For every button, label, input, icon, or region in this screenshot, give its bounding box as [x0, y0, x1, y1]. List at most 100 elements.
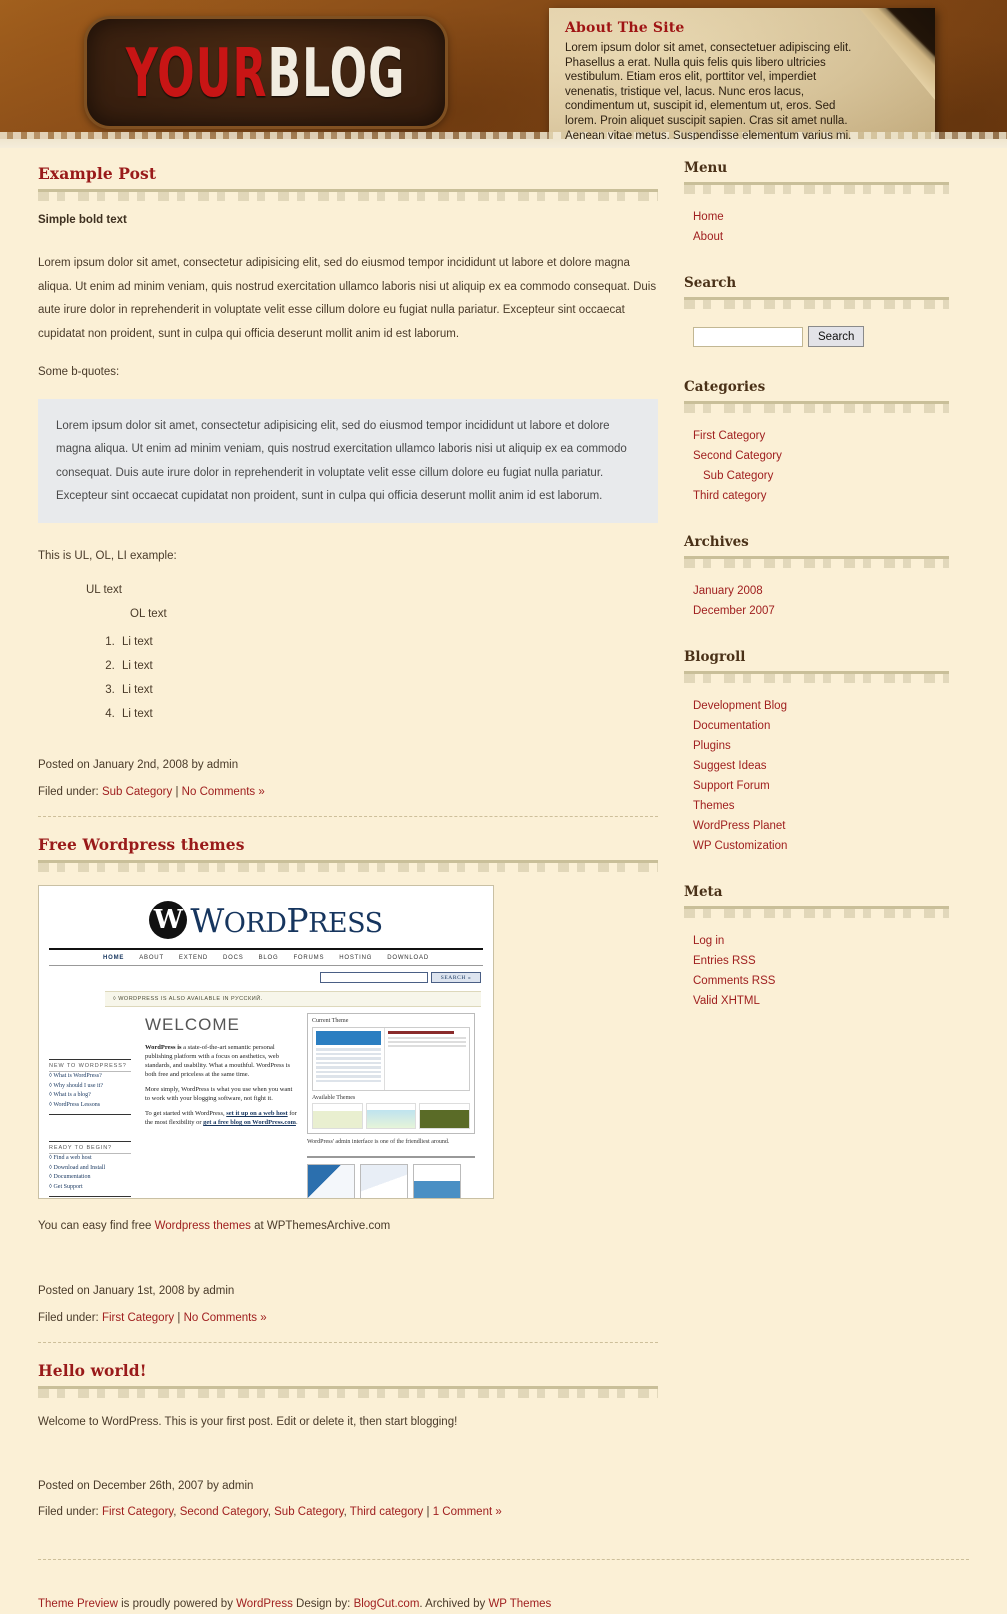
list-item: Suggest Ideas: [693, 760, 949, 772]
theme-preview-link[interactable]: Theme Preview: [38, 1598, 118, 1610]
blogcut-link[interactable]: BlogCut.com: [354, 1598, 420, 1610]
post-bold-lead: Simple bold text: [38, 214, 127, 226]
sidebar-item-wp-customization[interactable]: WP Customization: [693, 840, 787, 852]
list-item: WP Customization: [693, 840, 949, 852]
wp-link: ◊ Find a web host: [49, 1155, 92, 1161]
ordered-list: Li text Li text Li text Li text: [100, 630, 658, 726]
sidebar-divider: [684, 182, 949, 194]
separator: |: [177, 1311, 181, 1324]
logo-your: YOUR: [126, 33, 268, 112]
sidebar-item-plugins[interactable]: Plugins: [693, 740, 731, 752]
site-logo[interactable]: YOURBLOG: [84, 16, 448, 129]
category-link[interactable]: Third category: [350, 1506, 424, 1518]
wordpress-link[interactable]: WordPress: [236, 1598, 293, 1610]
wp-theme-box: [312, 1027, 470, 1091]
list-item: Li text: [118, 654, 658, 678]
comments-link[interactable]: No Comments »: [184, 1312, 267, 1324]
logo-text: YOURBLOG: [126, 39, 406, 106]
about-title: About The Site: [565, 20, 685, 36]
search-button[interactable]: Search: [808, 326, 865, 347]
category-link[interactable]: Second Category: [180, 1506, 268, 1518]
site-footer: Theme Preview is proudly powered by Word…: [0, 1558, 1007, 1614]
wp-themes-link[interactable]: WP Themes: [488, 1598, 551, 1610]
sidebar-divider: [684, 906, 949, 918]
wp-nav: HOME ABOUT EXTEND DOCS BLOG FORUMS HOSTI…: [49, 950, 483, 966]
ol-item: OL text: [130, 608, 167, 620]
sidebar-item-suggest-ideas[interactable]: Suggest Ideas: [693, 760, 767, 772]
wp-paragraph: More simply, WordPress is what you use w…: [145, 1086, 293, 1102]
sidebar-item-second-category[interactable]: Second Category: [693, 450, 782, 462]
sidebar-item-december-2007[interactable]: December 2007: [693, 605, 775, 617]
sidebar-item-third-category[interactable]: Third category: [693, 490, 767, 502]
list-example: UL text OL text Li text Li text Li text …: [38, 578, 658, 726]
category-link[interactable]: Sub Category: [274, 1506, 343, 1518]
search-input[interactable]: [693, 326, 803, 347]
sidebar-item-wordpress-planet[interactable]: WordPress Planet: [693, 820, 785, 832]
wp-link: ◊ What is WordPress?: [49, 1073, 102, 1079]
title-divider: [38, 189, 658, 201]
post-title[interactable]: Hello world!: [38, 1361, 658, 1380]
post-hello-world: Hello world! Welcome to WordPress. This …: [38, 1361, 658, 1525]
sidebar-list: January 2008 December 2007: [684, 585, 949, 617]
sidebar-item-documentation[interactable]: Documentation: [693, 720, 770, 732]
sidebar-item-sub-category[interactable]: Sub Category: [703, 470, 773, 482]
sidebar-list: First Category Second Category Sub Categ…: [684, 430, 949, 502]
wp-header: W WORDPRESS: [49, 892, 483, 950]
post-posted-on: Posted on January 2nd, 2008 by admin: [38, 759, 239, 771]
post-free-wordpress-themes: Free Wordpress themes W WORDPRESS HOME A…: [38, 835, 658, 1343]
sidebar-heading: Meta: [684, 884, 723, 900]
post-title[interactable]: Free Wordpress themes: [38, 835, 658, 854]
page-curl-shadow: [857, 8, 935, 102]
list-item: Log in: [693, 935, 949, 947]
sidebar-item-entries-rss[interactable]: Entries RSS: [693, 955, 756, 967]
category-link[interactable]: Sub Category: [102, 786, 172, 798]
sidebar-item-development-blog[interactable]: Development Blog: [693, 700, 787, 712]
post-posted-on: Posted on December 26th, 2007 by admin: [38, 1479, 254, 1492]
sidebar-item-themes[interactable]: Themes: [693, 800, 735, 812]
list-item: Valid XHTML: [693, 995, 949, 1007]
wp-section-heading: READY TO BEGIN?: [49, 1141, 131, 1154]
wordpress-themes-link[interactable]: Wordpress themes: [155, 1220, 251, 1232]
sidebar-item-support-forum[interactable]: Support Forum: [693, 780, 770, 792]
sidebar-section-menu: Menu Home About: [684, 160, 949, 243]
wp-nav-item: HOME: [103, 955, 125, 961]
wp-nav-item: HOSTING: [339, 955, 373, 961]
sidebar-list: Home About: [684, 211, 949, 243]
wordpress-screenshot-image[interactable]: W WORDPRESS HOME ABOUT EXTEND DOCS BLOG …: [38, 885, 494, 1199]
post-title[interactable]: Example Post: [38, 164, 658, 183]
title-divider: [38, 860, 658, 872]
wp-link: ◊ Why should I use it?: [49, 1082, 104, 1089]
list-item: Themes: [693, 800, 949, 812]
sidebar-section-categories: Categories First Category Second Categor…: [684, 379, 949, 502]
sidebar-item-valid-xhtml[interactable]: Valid XHTML: [693, 995, 760, 1007]
wp-link: ◊ Download and Install: [49, 1164, 106, 1171]
wp-search-input: [320, 972, 428, 983]
sidebar-item-comments-rss[interactable]: Comments RSS: [693, 975, 775, 987]
comments-link[interactable]: 1 Comment »: [433, 1506, 502, 1518]
about-the-site-panel: About The Site Lorem ipsum dolor sit ame…: [549, 8, 935, 140]
category-link[interactable]: First Category: [102, 1312, 174, 1324]
sidebar-item-first-category[interactable]: First Category: [693, 430, 765, 442]
list-item: Li text: [118, 630, 658, 654]
list-item: Second Category: [693, 450, 949, 462]
sidebar-item-january-2008[interactable]: January 2008: [693, 585, 763, 597]
separator: |: [175, 785, 179, 798]
sidebar-item-log-in[interactable]: Log in: [693, 935, 724, 947]
ul-item: UL text: [86, 584, 123, 596]
post-filed-under: Filed under: Sub Category | No Comments …: [38, 781, 658, 805]
footer-separator: [38, 1558, 969, 1560]
wp-paragraph: To get started with WordPress, set it up…: [145, 1110, 298, 1126]
wp-cards: [307, 1163, 475, 1198]
separator: |: [426, 1506, 430, 1518]
category-link[interactable]: First Category: [102, 1506, 173, 1518]
comments-link[interactable]: No Comments »: [182, 786, 265, 798]
wp-nav-item: DOWNLOAD: [387, 955, 429, 961]
list-item: Li text: [118, 678, 658, 702]
list-item: Li text: [118, 702, 658, 726]
wp-welcome-heading: WELCOME: [145, 1015, 240, 1034]
list-item: Development Blog: [693, 700, 949, 712]
wp-left-column: NEW TO WORDPRESS? ◊ What is WordPress? ◊…: [49, 1013, 137, 1198]
sidebar-item-home[interactable]: Home: [693, 211, 724, 223]
sidebar-list: Log in Entries RSS Comments RSS Valid XH…: [684, 935, 949, 1007]
sidebar-item-about[interactable]: About: [693, 231, 723, 243]
